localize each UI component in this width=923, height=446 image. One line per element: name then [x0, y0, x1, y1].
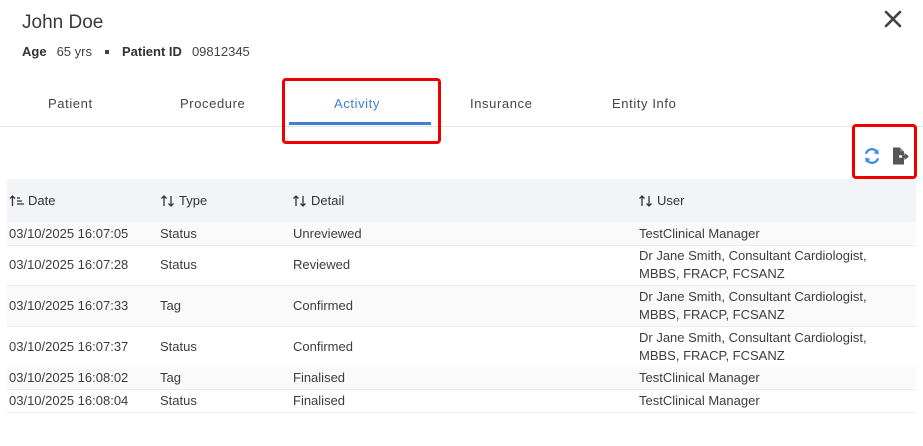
- cell-date: 03/10/2025 16:08:04: [9, 393, 129, 408]
- cell-user: TestClinical Manager: [639, 370, 760, 385]
- cell-date: 03/10/2025 16:08:02: [9, 370, 129, 385]
- patient-meta: Age 65 yrs Patient ID 09812345: [22, 44, 250, 59]
- sort-ascending-icon: [9, 194, 24, 206]
- tab-procedure[interactable]: Procedure: [180, 96, 245, 111]
- column-header-date[interactable]: Date: [9, 193, 55, 208]
- cell-user-line1: Dr Jane Smith, Consultant Cardiologist,: [639, 330, 867, 345]
- tab-entity-info[interactable]: Entity Info: [612, 96, 676, 111]
- patient-id-label: Patient ID: [121, 44, 182, 59]
- cell-user-line1: Dr Jane Smith, Consultant Cardiologist,: [639, 248, 867, 263]
- sort-icon: [639, 194, 652, 207]
- cell-detail: Confirmed: [293, 298, 353, 313]
- close-icon[interactable]: [882, 8, 904, 30]
- column-label-date: Date: [28, 193, 56, 208]
- cell-type: Status: [160, 226, 197, 241]
- activity-modal: John Doe Age 65 yrs Patient ID 09812345 …: [0, 0, 923, 446]
- cell-user-line1: Dr Jane Smith, Consultant Cardiologist,: [639, 289, 867, 304]
- patient-name: John Doe: [22, 12, 104, 33]
- cell-date: 03/10/2025 16:07:33: [9, 298, 129, 313]
- column-label-user: User: [657, 193, 685, 208]
- cell-type: Tag: [160, 298, 181, 313]
- table-row[interactable]: 03/10/2025 16:07:28 Status Reviewed Dr J…: [7, 245, 916, 286]
- cell-date: 03/10/2025 16:07:28: [9, 257, 129, 272]
- tab-patient[interactable]: Patient: [48, 96, 93, 111]
- cell-type: Status: [160, 257, 197, 272]
- export-file-icon[interactable]: [890, 146, 910, 166]
- table-row[interactable]: 03/10/2025 16:07:33 Tag Confirmed Dr Jan…: [7, 286, 916, 327]
- column-label-detail: Detail: [311, 193, 345, 208]
- table-header: Date Type Detail User: [7, 179, 916, 222]
- cell-date: 03/10/2025 16:07:05: [9, 226, 129, 241]
- column-header-type[interactable]: Type: [160, 193, 207, 208]
- cell-user-line2: MBBS, FRACP, FCSANZ: [639, 307, 785, 322]
- cell-user-line2: MBBS, FRACP, FCSANZ: [639, 266, 785, 281]
- cell-detail: Finalised: [293, 393, 346, 408]
- cell-type: Tag: [160, 370, 181, 385]
- cell-type: Status: [160, 339, 197, 354]
- column-header-detail[interactable]: Detail: [292, 193, 344, 208]
- refresh-icon[interactable]: [862, 146, 882, 166]
- cell-detail: Finalised: [293, 370, 346, 385]
- table-row[interactable]: 03/10/2025 16:08:04 Status Finalised Tes…: [7, 390, 916, 413]
- table-row[interactable]: 03/10/2025 16:07:37 Status Confirmed Dr …: [7, 327, 916, 368]
- cell-type: Status: [160, 393, 197, 408]
- tab-insurance[interactable]: Insurance: [470, 96, 533, 111]
- patient-id-value: 09812345: [191, 44, 250, 59]
- cell-user: TestClinical Manager: [639, 226, 760, 241]
- cell-detail: Confirmed: [293, 339, 353, 354]
- column-header-user[interactable]: User: [638, 193, 684, 208]
- table-row[interactable]: 03/10/2025 16:08:02 Tag Finalised TestCl…: [7, 367, 916, 390]
- separator-dot: [104, 49, 109, 54]
- cell-user-line2: MBBS, FRACP, FCSANZ: [639, 348, 785, 363]
- activity-tab-highlight: [282, 78, 441, 144]
- cell-detail: Unreviewed: [293, 226, 362, 241]
- cell-user: TestClinical Manager: [639, 393, 760, 408]
- tab-bar: Patient Procedure Activity Insurance Ent…: [0, 86, 923, 127]
- table-row[interactable]: 03/10/2025 16:07:05 Status Unreviewed Te…: [7, 222, 916, 246]
- cell-date: 03/10/2025 16:07:37: [9, 339, 129, 354]
- sort-icon: [293, 194, 306, 207]
- age-value: 65 yrs: [56, 44, 92, 59]
- cell-detail: Reviewed: [293, 257, 351, 272]
- age-label: Age: [22, 44, 47, 59]
- sort-icon: [161, 194, 174, 207]
- column-label-type: Type: [179, 193, 208, 208]
